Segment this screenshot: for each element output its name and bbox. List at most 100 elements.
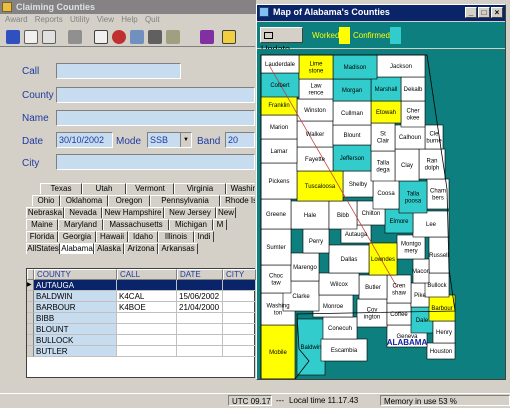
cell-call[interactable] <box>117 346 177 357</box>
state-tab-nebraska[interactable]: Nebraska <box>26 207 64 218</box>
menu-help[interactable]: Help <box>121 14 137 26</box>
state-tab-alabama[interactable]: Alabama <box>60 243 94 254</box>
state-tab-allstates[interactable]: AllStates <box>26 243 60 254</box>
cell-county[interactable]: BIBB <box>34 313 117 324</box>
menu-award[interactable]: Award <box>5 14 28 26</box>
date-input[interactable]: 30/10/2002 <box>56 132 113 148</box>
minimize-button[interactable]: _ <box>465 7 477 18</box>
state-tab-florida[interactable]: Florida <box>26 231 58 242</box>
open-icon[interactable] <box>6 30 20 44</box>
cell-city[interactable] <box>223 291 256 302</box>
mode-select[interactable]: SSB ▼ <box>147 132 192 148</box>
county-grid[interactable]: COUNTY CALL DATE CITY ▶ AUTAUGA BALDWIN K4CAL 15… <box>26 268 256 378</box>
cell-date[interactable] <box>177 346 223 357</box>
cell-city[interactable] <box>223 346 256 357</box>
state-tab-maine[interactable]: Maine <box>26 219 58 230</box>
print-icon[interactable] <box>68 30 82 44</box>
column-header-city[interactable]: CITY <box>223 269 256 280</box>
cell-county[interactable]: BALDWIN <box>34 291 117 302</box>
state-tab-georgia[interactable]: Georgia <box>58 231 96 242</box>
database-icon[interactable] <box>130 30 144 44</box>
state-tab-texas[interactable]: Texas <box>40 183 82 194</box>
chevron-down-icon[interactable]: ▼ <box>180 133 191 147</box>
menu-quit[interactable]: Quit <box>145 14 160 26</box>
state-tab-alaska[interactable]: Alaska <box>94 243 124 254</box>
state-tab-massachusetts[interactable]: Massachusetts <box>103 219 169 230</box>
cell-city[interactable] <box>223 313 256 324</box>
state-tab-oregon[interactable]: Oregon <box>108 195 150 206</box>
state-tab-pennsylvania[interactable]: Pennsylvania <box>150 195 220 206</box>
exit-icon[interactable] <box>222 30 236 44</box>
cell-city[interactable] <box>223 324 256 335</box>
cell-call[interactable]: K4BOE <box>117 302 177 313</box>
list-icon[interactable] <box>42 30 56 44</box>
cell-call[interactable] <box>117 280 177 291</box>
menu-utility[interactable]: Utility <box>70 14 90 26</box>
cell-date[interactable]: 15/06/2002 <box>177 291 223 302</box>
cell-date[interactable] <box>177 280 223 291</box>
call-input[interactable] <box>56 63 181 79</box>
menu-reports[interactable]: Reports <box>35 14 63 26</box>
state-tab-m[interactable]: M <box>213 219 227 230</box>
state-tab-utah[interactable]: Utah <box>82 183 126 194</box>
state-tab-maryland[interactable]: Maryland <box>58 219 103 230</box>
card-icon[interactable] <box>94 30 108 44</box>
state-tab-new-jersey[interactable]: New Jersey <box>164 207 216 218</box>
cell-date[interactable] <box>177 324 223 335</box>
band-input[interactable]: 20 <box>225 132 255 148</box>
map-title-bar[interactable]: Map of Alabama's Counties _ □ × <box>257 5 505 21</box>
table-row[interactable]: BLOUNT <box>27 324 256 335</box>
cell-city[interactable] <box>223 302 256 313</box>
column-header-call[interactable]: CALL <box>117 269 177 280</box>
cell-city[interactable] <box>223 335 256 346</box>
cell-county[interactable]: BULLOCK <box>34 335 117 346</box>
cell-call[interactable] <box>117 313 177 324</box>
state-tab-washing[interactable]: Washing <box>226 183 255 194</box>
maximize-button[interactable]: □ <box>478 7 490 18</box>
clipboard-icon[interactable] <box>166 30 180 44</box>
table-row[interactable]: BUTLER <box>27 346 256 357</box>
menu-view[interactable]: View <box>97 14 114 26</box>
cell-county[interactable]: BARBOUR <box>34 302 117 313</box>
cell-county[interactable]: BUTLER <box>34 346 117 357</box>
state-tab-new-hampshire[interactable]: New Hampshire <box>102 207 164 218</box>
cell-city[interactable] <box>223 280 256 291</box>
cell-date[interactable] <box>177 335 223 346</box>
state-tab-vermont[interactable]: Vermont <box>126 183 174 194</box>
name-input[interactable] <box>56 110 255 126</box>
state-tab-idaho[interactable]: Idaho <box>128 231 158 242</box>
state-tab-ohio[interactable]: Ohio <box>32 195 60 206</box>
table-row[interactable]: BARBOUR K4BOE 21/04/2000 <box>27 302 256 313</box>
cell-call[interactable] <box>117 324 177 335</box>
table-row[interactable]: BIBB <box>27 313 256 324</box>
state-tab-illinois[interactable]: Illinois <box>158 231 194 242</box>
user-icon[interactable] <box>112 30 126 44</box>
state-tab-arizona[interactable]: Arizona <box>124 243 158 254</box>
table-row[interactable]: ▶ AUTAUGA <box>27 280 256 291</box>
county-input[interactable] <box>56 87 255 103</box>
cell-call[interactable] <box>117 335 177 346</box>
state-tab-rhode-isl[interactable]: Rhode Isl <box>220 195 255 206</box>
state-tab-michigan[interactable]: Michigan <box>169 219 213 230</box>
table-row[interactable]: BULLOCK <box>27 335 256 346</box>
cell-call[interactable]: K4CAL <box>117 291 177 302</box>
city-input[interactable] <box>56 154 255 170</box>
column-header-county[interactable]: COUNTY <box>34 269 117 280</box>
state-tab-new[interactable]: New <box>216 207 236 218</box>
main-title-bar[interactable]: Claiming Counties <box>0 0 256 14</box>
book-icon[interactable] <box>200 30 214 44</box>
table-row[interactable]: BALDWIN K4CAL 15/06/2002 <box>27 291 256 302</box>
cell-date[interactable] <box>177 313 223 324</box>
column-header-date[interactable]: DATE <box>177 269 223 280</box>
cell-date[interactable]: 21/04/2000 <box>177 302 223 313</box>
state-tab-nevada[interactable]: Nevada <box>64 207 102 218</box>
state-tab-arkansas[interactable]: Arkansas <box>158 243 198 254</box>
update-button[interactable]: Update <box>260 27 303 54</box>
state-tab-oklahoma[interactable]: Oklahoma <box>60 195 108 206</box>
state-tab-virginia[interactable]: Virginia <box>174 183 226 194</box>
state-tab-indi[interactable]: Indi <box>194 231 214 242</box>
cell-county[interactable]: AUTAUGA <box>34 280 117 291</box>
document-icon[interactable] <box>24 30 38 44</box>
close-button[interactable]: × <box>491 7 503 18</box>
state-tab-hawaii[interactable]: Hawaii <box>96 231 128 242</box>
